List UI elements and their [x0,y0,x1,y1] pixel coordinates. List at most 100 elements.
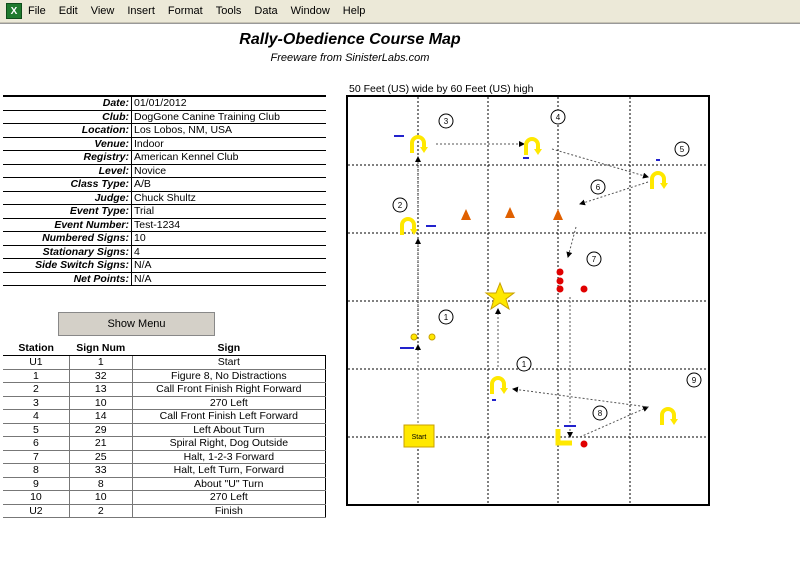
sign-cell[interactable]: Call Front Finish Right Forward [131,382,327,397]
info-row: Date: 01/01/2012 [3,96,326,111]
sign-cell[interactable]: Left About Turn [131,422,327,437]
turn-sign-icon[interactable] [555,429,572,446]
turn-sign-icon[interactable] [660,407,678,425]
info-value[interactable]: 4 [131,245,326,259]
info-value[interactable]: American Kennel Club [131,150,326,165]
info-value[interactable]: A/B [131,177,326,192]
info-label[interactable]: Numbered Signs: [3,231,132,246]
menu-window[interactable]: Window [291,5,330,17]
sign-num-cell[interactable]: 29 [68,422,133,437]
sign-cell[interactable]: Call Front Finish Left Forward [131,409,327,424]
station-cell[interactable]: 4 [3,409,70,424]
station-cell[interactable]: 3 [3,395,70,410]
station-marker: 4 [550,109,566,125]
sign-cell[interactable]: 270 Left [131,395,327,410]
station-number: 7 [592,255,597,264]
station-cell[interactable]: 7 [3,449,70,464]
sign-cell[interactable]: About "U" Turn [131,476,327,491]
station-cell[interactable]: 10 [3,490,70,505]
sign-num-cell[interactable]: 32 [68,368,133,383]
sign-num-cell[interactable]: 10 [68,395,133,410]
turn-sign-icon[interactable] [524,137,542,155]
station-marker: 8 [592,405,608,421]
menu-data[interactable]: Data [254,5,277,17]
station-cell[interactable]: 2 [3,382,70,397]
station-header: Station [3,341,70,356]
station-cell[interactable]: 1 [3,368,70,383]
info-value[interactable]: Indoor [131,137,326,151]
info-label[interactable]: Side Switch Signs: [3,258,132,273]
sign-num-cell[interactable]: 33 [68,463,133,478]
sign-cell[interactable]: Figure 8, No Distractions [131,368,327,383]
info-label[interactable]: Club: [3,110,132,124]
info-value[interactable]: 01/01/2012 [131,96,326,111]
info-value[interactable]: Novice [131,164,326,178]
info-label[interactable]: Level: [3,164,132,178]
sign-caption-icon [394,135,404,137]
info-value[interactable]: 10 [131,231,326,246]
menu-file[interactable]: File [28,5,46,17]
menu-insert[interactable]: Insert [127,5,155,17]
sign-cell[interactable]: Halt, 1-2-3 Forward [131,449,327,464]
course-map[interactable]: 1 2 3 4 5 6 7 8 9 1 Start [346,95,710,506]
info-label[interactable]: Class Type: [3,177,132,192]
info-label[interactable]: Location: [3,123,132,138]
menu-format[interactable]: Format [168,5,203,17]
sign-cell[interactable]: Start [131,355,327,370]
sign-cell[interactable]: Halt, Left Turn, Forward [131,463,327,478]
sign-cell[interactable]: Finish [131,503,327,518]
info-value[interactable]: DogGone Canine Training Club [131,110,326,124]
station-cell[interactable]: 9 [3,476,70,491]
sign-num-cell[interactable]: 10 [68,490,133,505]
info-value[interactable]: Chuck Shultz [131,191,326,205]
start-sign[interactable]: Start [403,424,435,448]
info-label[interactable]: Stationary Signs: [3,245,132,259]
station-marker: 1 [438,309,454,325]
excel-icon[interactable]: X [6,3,22,19]
sign-cell[interactable]: Spiral Right, Dog Outside [131,436,327,451]
info-row: Side Switch Signs: N/A [3,258,326,273]
station-cell[interactable]: U2 [3,503,70,518]
sign-num-cell[interactable]: 25 [68,449,133,464]
turn-sign-icon[interactable] [490,376,508,394]
turn-sign-icon[interactable] [410,135,428,153]
cone-icon [505,207,515,218]
sign-num-cell[interactable]: 1 [68,355,133,370]
station-marker: 3 [438,113,454,129]
info-label[interactable]: Registry: [3,150,132,165]
info-label[interactable]: Venue: [3,137,132,151]
info-value[interactable]: Trial [131,204,326,219]
menu-help[interactable]: Help [343,5,366,17]
info-label[interactable]: Event Number: [3,218,132,232]
sign-num-cell[interactable]: 14 [68,409,133,424]
info-value[interactable]: N/A [131,258,326,273]
sign-num-cell[interactable]: 8 [68,476,133,491]
sign-cell[interactable]: 270 Left [131,490,327,505]
finish-star-icon[interactable] [484,281,516,311]
info-value[interactable]: Los Lobos, NM, USA [131,123,326,138]
page-title: Rally-Obedience Course Map [239,31,461,48]
info-value[interactable]: N/A [131,272,326,286]
sign-num-cell[interactable]: 21 [68,436,133,451]
sign-num-cell[interactable]: 13 [68,382,133,397]
info-value[interactable]: Test-1234 [131,218,326,232]
show-menu-button[interactable]: Show Menu [58,312,215,336]
station-table: Station Sign Num Sign U1 1 Start 1 32 Figure … [3,341,327,518]
sign-num-cell[interactable]: 2 [68,503,133,518]
station-row: 10 10 270 Left [3,490,327,505]
info-label[interactable]: Date: [3,96,132,111]
info-label[interactable]: Net Points: [3,272,132,286]
menu-edit[interactable]: Edit [59,5,78,17]
station-cell[interactable]: U1 [3,355,70,370]
halt-icon [556,268,564,276]
info-label[interactable]: Judge: [3,191,132,205]
turn-sign-icon[interactable] [650,171,668,189]
menu-view[interactable]: View [91,5,115,17]
station-cell[interactable]: 8 [3,463,70,478]
station-cell[interactable]: 5 [3,422,70,437]
menu-bar: X File Edit View Insert Format Tools Dat… [0,0,800,23]
menu-tools[interactable]: Tools [216,5,242,17]
station-row: 3 10 270 Left [3,395,327,410]
station-cell[interactable]: 6 [3,436,70,451]
info-label[interactable]: Event Type: [3,204,132,219]
